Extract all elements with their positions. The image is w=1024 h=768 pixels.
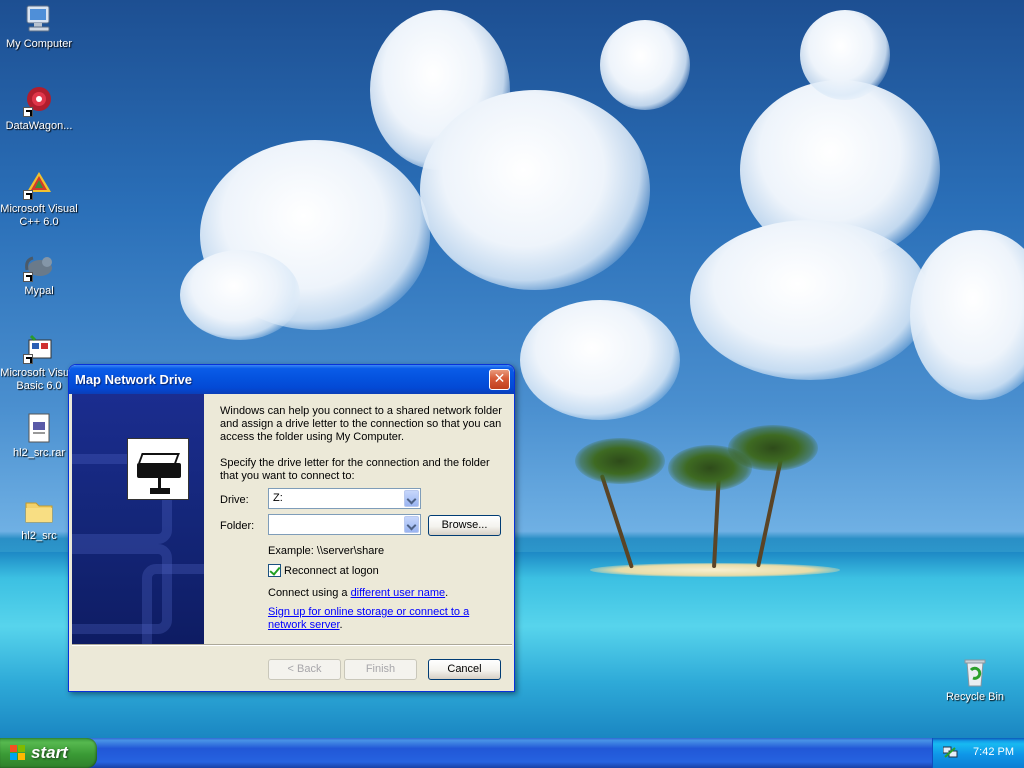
cancel-button[interactable]: Cancel: [428, 659, 501, 680]
cloud: [690, 220, 930, 380]
my-computer-icon: [23, 3, 55, 35]
example-text: Example: \\server\share: [268, 545, 385, 557]
folder-icon: [23, 495, 55, 527]
desktop-icon-hl2-src-folder[interactable]: hl2_src: [0, 495, 78, 543]
desktop-icon-label: hl2_src: [21, 530, 57, 542]
back-button[interactable]: < Back: [268, 659, 341, 680]
desktop-icon-my-computer[interactable]: My Computer: [0, 3, 78, 51]
desktop-icon-mypal[interactable]: Mypal: [0, 250, 78, 298]
connect-prefix: Connect using a: [268, 587, 351, 599]
signup-link[interactable]: Sign up for online storage or connect to…: [268, 606, 469, 631]
dialog-title: Map Network Drive: [75, 372, 193, 387]
chevron-down-icon[interactable]: [404, 490, 419, 507]
desktop-icon-label: My Computer: [5, 38, 73, 50]
desktop-icon-label: Recycle Bin: [945, 691, 1005, 703]
palm-fronds: [575, 438, 665, 484]
chevron-down-icon[interactable]: [404, 516, 419, 533]
intro-text: Windows can help you connect to a shared…: [220, 405, 502, 443]
desktop-icon-datawagon[interactable]: DataWagon...: [0, 85, 78, 133]
clock[interactable]: 7:42 PM: [973, 746, 1014, 758]
palm-trunk: [756, 457, 784, 568]
palm-fronds: [728, 425, 818, 471]
drive-label: Drive:: [220, 494, 249, 506]
visual-basic-icon: [23, 332, 55, 364]
connect-suffix: .: [445, 587, 449, 599]
desktop-icon-label: Microsoft Visual C++ 6.0: [0, 203, 78, 228]
shortcut-arrow-icon: [23, 107, 33, 117]
folder-combo[interactable]: [268, 514, 421, 535]
cloud: [600, 20, 690, 110]
banner-decoration: [142, 564, 204, 644]
desktop-icon-label: Mypal: [24, 285, 54, 297]
desktop-icon-label: Microsoft Visual Basic 6.0: [0, 367, 78, 392]
close-icon: ✕: [493, 371, 506, 387]
drive-select[interactable]: Z:: [268, 488, 421, 509]
footer-divider: [72, 644, 512, 646]
archive-file-icon: [23, 412, 55, 444]
cloud: [420, 90, 650, 290]
mypal-icon: [23, 250, 55, 282]
system-tray: 7:42 PM: [932, 738, 1024, 768]
close-button[interactable]: ✕: [489, 369, 510, 390]
desktop-icon-visual-basic[interactable]: Microsoft Visual Basic 6.0: [0, 332, 78, 393]
windows-logo-icon: [10, 745, 26, 761]
desktop-icon-label: DataWagon...: [5, 120, 73, 132]
wizard-banner: [72, 394, 204, 644]
folder-label: Folder:: [220, 520, 255, 532]
taskbar: start 7:42 PM: [0, 738, 1024, 768]
drive-select-value: Z:: [273, 492, 283, 504]
recycle-bin-icon: [959, 656, 991, 688]
signup-text: Sign up for online storage or connect to…: [268, 606, 498, 632]
desktop-icon-recycle-bin[interactable]: Recycle Bin: [936, 656, 1014, 704]
browse-button[interactable]: Browse...: [428, 515, 501, 536]
connect-using-text: Connect using a different user name.: [268, 587, 448, 600]
instruction-text: Specify the drive letter for the connect…: [220, 457, 490, 482]
start-button[interactable]: start: [0, 738, 97, 768]
shortcut-arrow-icon: [23, 272, 33, 282]
reconnect-checkbox[interactable]: [268, 564, 281, 577]
different-user-name-link[interactable]: different user name: [351, 587, 446, 599]
desktop-icon-visual-cpp[interactable]: Microsoft Visual C++ 6.0: [0, 168, 78, 229]
reconnect-label[interactable]: Reconnect at logon: [284, 565, 379, 578]
cloud: [180, 250, 300, 340]
shortcut-arrow-icon: [23, 190, 33, 200]
cloud: [910, 230, 1024, 400]
desktop-icon-hl2-src-rar[interactable]: hl2_src.rar: [0, 412, 78, 460]
datawagon-icon: [23, 85, 55, 117]
cloud: [800, 10, 890, 100]
network-icon[interactable]: [942, 746, 958, 759]
shortcut-arrow-icon: [23, 354, 33, 364]
dialog-title-bar[interactable]: Map Network Drive ✕: [69, 365, 514, 394]
finish-button[interactable]: Finish: [344, 659, 417, 680]
visual-cpp-icon: [23, 168, 55, 200]
map-network-drive-dialog: Map Network Drive ✕ Windows can help you…: [68, 364, 515, 692]
cloud: [520, 300, 680, 420]
signup-suffix: .: [339, 619, 343, 631]
start-label: start: [31, 743, 68, 762]
desktop-icon-label: hl2_src.rar: [13, 447, 65, 459]
network-drive-icon: [127, 438, 189, 500]
